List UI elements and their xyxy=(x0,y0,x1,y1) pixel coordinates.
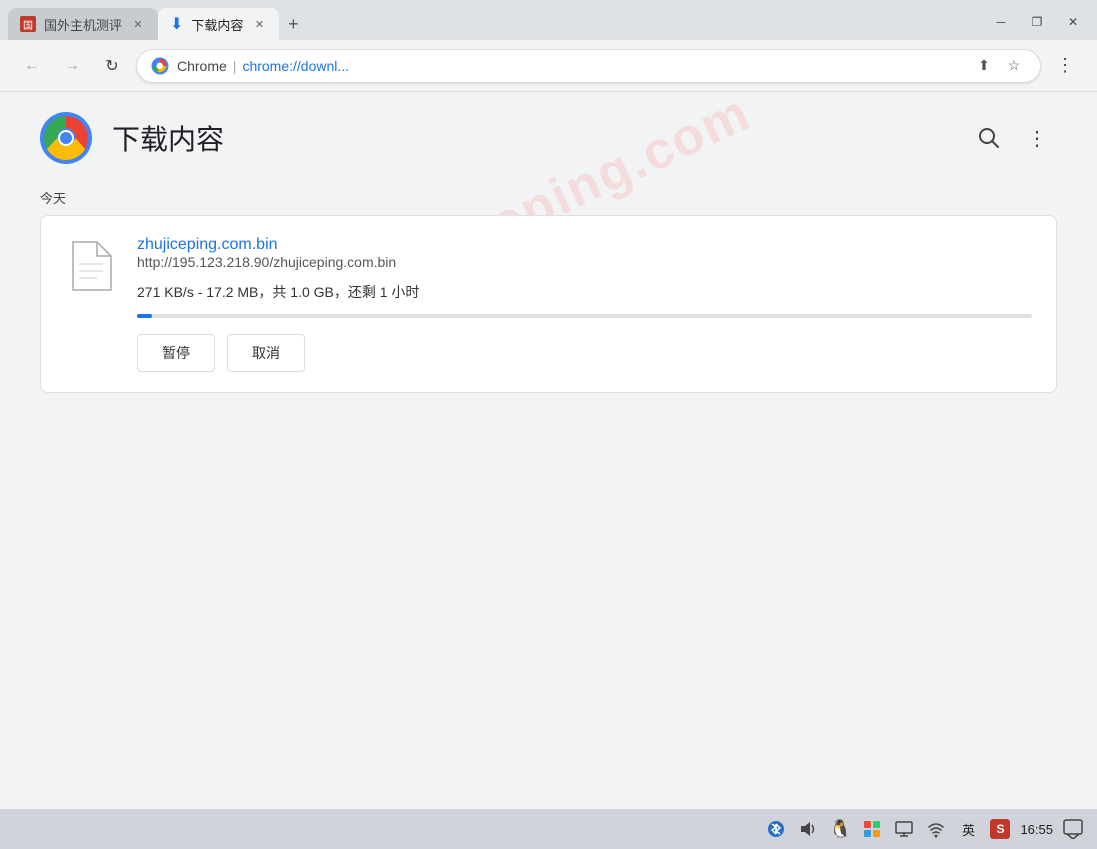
tab-favicon-1: 国 xyxy=(20,16,36,32)
back-button[interactable]: ← xyxy=(16,50,48,82)
chrome-address-icon xyxy=(151,57,169,75)
window-controls: ─ ❐ ✕ xyxy=(985,10,1089,34)
file-icon xyxy=(65,236,117,296)
tab-inactive[interactable]: 国 国外主机测评 ✕ xyxy=(8,8,158,40)
file-document-icon xyxy=(69,240,113,292)
section-label-today: 今天 xyxy=(0,180,1097,215)
forward-button[interactable]: → xyxy=(56,50,88,82)
bluetooth-icon[interactable] xyxy=(764,817,788,841)
page-header-actions: ⋮ xyxy=(969,118,1057,158)
progress-bar xyxy=(137,314,1032,318)
cancel-button[interactable]: 取消 xyxy=(227,334,305,372)
qq-icon[interactable]: 🐧 xyxy=(828,817,852,841)
tab-label-1: 国外主机测评 xyxy=(44,15,122,34)
restore-button[interactable]: ❐ xyxy=(1021,10,1053,34)
address-text: Chrome | chrome://downl... xyxy=(177,58,964,74)
close-button[interactable]: ✕ xyxy=(1057,10,1089,34)
taskbar-time: 16:55 xyxy=(1020,822,1053,837)
tab-close-2[interactable]: ✕ xyxy=(251,16,267,32)
search-downloads-button[interactable] xyxy=(969,118,1009,158)
download-status: 271 KB/s - 17.2 MB，共 1.0 GB，还剩 1 小时 xyxy=(137,282,1032,302)
bookmark-button[interactable]: ☆ xyxy=(1002,54,1026,78)
reload-button[interactable]: ↻ xyxy=(96,50,128,82)
downloads-page: zhujiceping.com 下载内容 ⋮ xyxy=(0,92,1097,809)
page-title: 下载内容 xyxy=(112,118,224,158)
toolbar-end: ⋮ xyxy=(1049,50,1081,82)
display-icon[interactable] xyxy=(892,817,916,841)
sougou-label: S xyxy=(990,819,1010,839)
pause-button[interactable]: 暂停 xyxy=(137,334,215,372)
language-label[interactable]: 英 xyxy=(956,817,980,841)
download-card: zhujiceping.com.bin http://195.123.218.9… xyxy=(40,215,1057,393)
toolbar: ← → ↻ Chrome | chrome://downl... ⬆ ☆ ⋮ xyxy=(0,40,1097,92)
profile-button[interactable]: ⋮ xyxy=(1049,50,1081,82)
lang-text: 英 xyxy=(962,820,975,839)
addr-url: chrome://downl... xyxy=(242,58,349,74)
volume-icon[interactable] xyxy=(796,817,820,841)
tab-active[interactable]: ⬇ 下载内容 ✕ xyxy=(158,8,279,40)
download-url: http://195.123.218.90/zhujiceping.com.bi… xyxy=(137,254,1032,270)
progress-bar-fill xyxy=(137,314,152,318)
addr-brand: Chrome xyxy=(177,58,227,74)
download-filename[interactable]: zhujiceping.com.bin xyxy=(137,236,278,253)
download-actions: 暂停 取消 xyxy=(137,334,1032,372)
minimize-button[interactable]: ─ xyxy=(985,10,1017,34)
figma-icon[interactable] xyxy=(860,817,884,841)
wifi-icon[interactable] xyxy=(924,817,948,841)
addr-actions: ⬆ ☆ xyxy=(972,54,1026,78)
chrome-logo xyxy=(40,112,92,164)
download-tab-icon: ⬇ xyxy=(170,14,183,34)
sougou-icon[interactable]: S xyxy=(988,817,1012,841)
address-bar[interactable]: Chrome | chrome://downl... ⬆ ☆ xyxy=(136,49,1041,83)
taskbar: 🐧 英 S 16:55 xyxy=(0,809,1097,849)
volume-icon-svg xyxy=(799,820,817,838)
notification-button[interactable] xyxy=(1061,817,1085,841)
page-header: 下载内容 ⋮ xyxy=(0,92,1097,180)
share-button[interactable]: ⬆ xyxy=(972,54,996,78)
search-icon xyxy=(978,127,1000,149)
download-info: zhujiceping.com.bin http://195.123.218.9… xyxy=(137,236,1032,372)
tab-close-1[interactable]: ✕ xyxy=(130,16,146,32)
new-tab-button[interactable]: + xyxy=(279,10,307,38)
more-actions-button[interactable]: ⋮ xyxy=(1017,118,1057,158)
notify-icon xyxy=(1063,819,1083,839)
addr-separator: | xyxy=(233,58,237,74)
title-bar: 国 国外主机测评 ✕ ⬇ 下载内容 ✕ + ─ ❐ ✕ xyxy=(0,0,1097,40)
tab-label-2: 下载内容 xyxy=(191,15,243,34)
